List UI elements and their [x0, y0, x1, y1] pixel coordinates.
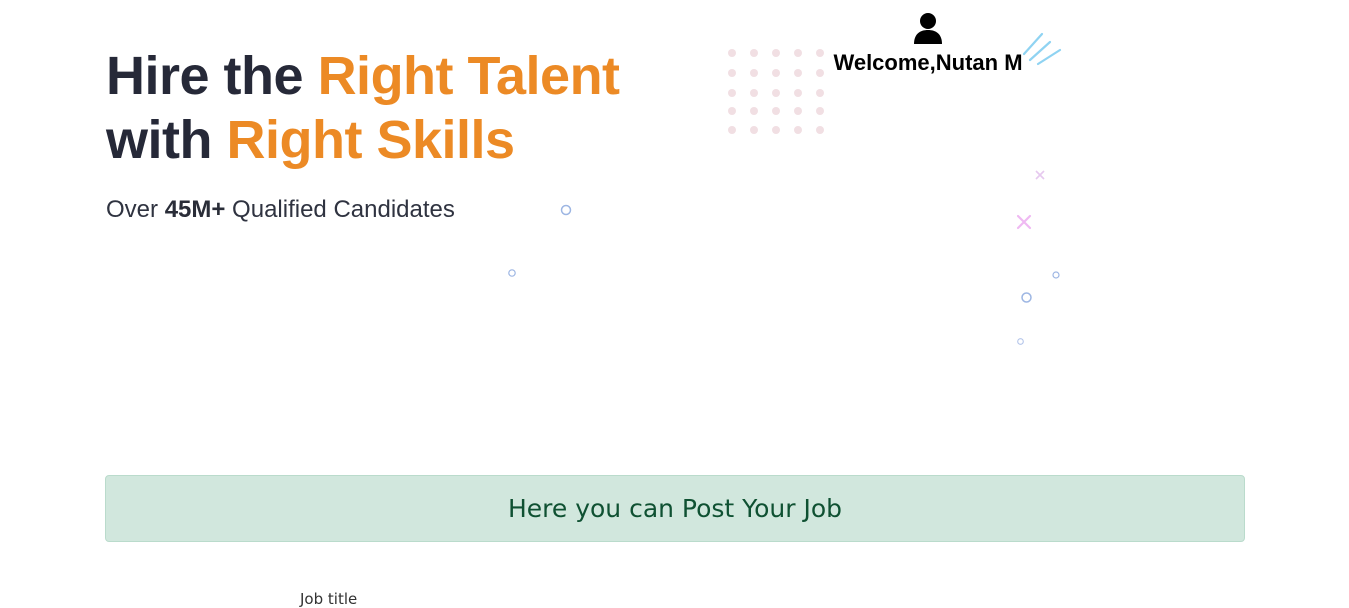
hero-subtitle-prefix: Over [106, 196, 165, 223]
dot-grid-decoration [728, 49, 824, 134]
job-title-label: Job title [300, 590, 358, 608]
hero-title-plain-2: with [106, 110, 227, 170]
hero-title-accent-2: Right Skills [226, 110, 515, 170]
post-job-banner-text: Here you can Post Your Job [507, 494, 843, 523]
circle-decoration [1021, 292, 1032, 303]
hero-title-plain-1: Hire the [106, 46, 318, 106]
hero-title-accent-1: Right Talent [317, 46, 620, 106]
hero-title: Hire the Right Talent with Right Skills [106, 44, 620, 172]
hero-subtitle-suffix: Qualified Candidates [225, 196, 455, 223]
cross-decoration [1035, 170, 1045, 180]
circle-decoration [1017, 338, 1024, 345]
circle-decoration [1052, 271, 1060, 279]
circle-decoration [508, 269, 516, 277]
user-welcome[interactable]: Welcome,Nutan M [820, 12, 1036, 76]
cross-decoration [1016, 214, 1032, 230]
hero-subtitle-count: 45M+ [164, 196, 226, 223]
user-icon [914, 13, 942, 44]
hero-subtitle: Over 45M+ Qualified Candidates [106, 196, 455, 224]
welcome-text: Welcome,Nutan M [833, 50, 1023, 75]
post-job-banner: Here you can Post Your Job [105, 475, 1245, 542]
circle-decoration [560, 204, 572, 216]
